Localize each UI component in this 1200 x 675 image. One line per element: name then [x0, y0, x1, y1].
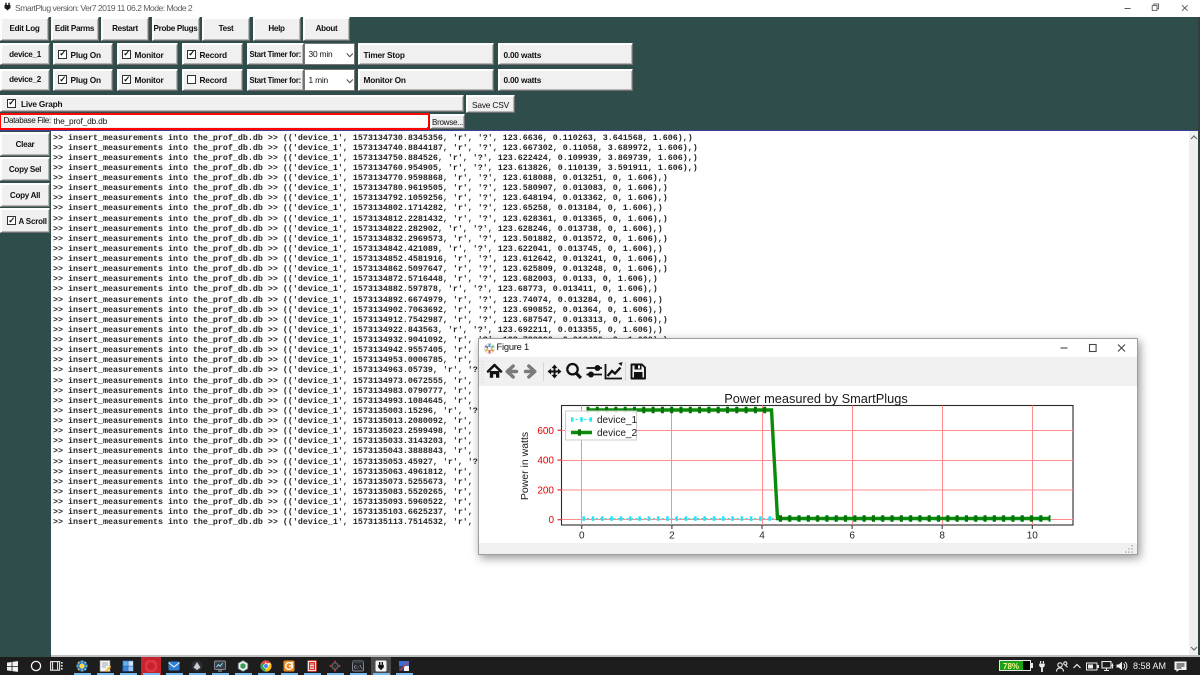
svg-text:200: 200 [537, 485, 554, 496]
svg-text:C:\_: C:\_ [354, 664, 364, 670]
svg-text:device_1: device_1 [597, 415, 637, 426]
svg-text:0: 0 [579, 531, 585, 542]
svg-text:device_2: device_2 [597, 428, 637, 439]
svg-text:Power in watts: Power in watts [519, 432, 531, 500]
svg-text:10: 10 [1027, 531, 1039, 542]
svg-text:0: 0 [548, 515, 554, 526]
svg-text:6: 6 [849, 531, 855, 542]
svg-text:400: 400 [537, 456, 554, 467]
svg-text:4: 4 [759, 531, 765, 542]
svg-text:8: 8 [939, 531, 945, 542]
svg-text:600: 600 [537, 426, 554, 437]
svg-text:2: 2 [669, 531, 675, 542]
svg-text:Power measured by SmartPlugs: Power measured by SmartPlugs [724, 391, 908, 406]
